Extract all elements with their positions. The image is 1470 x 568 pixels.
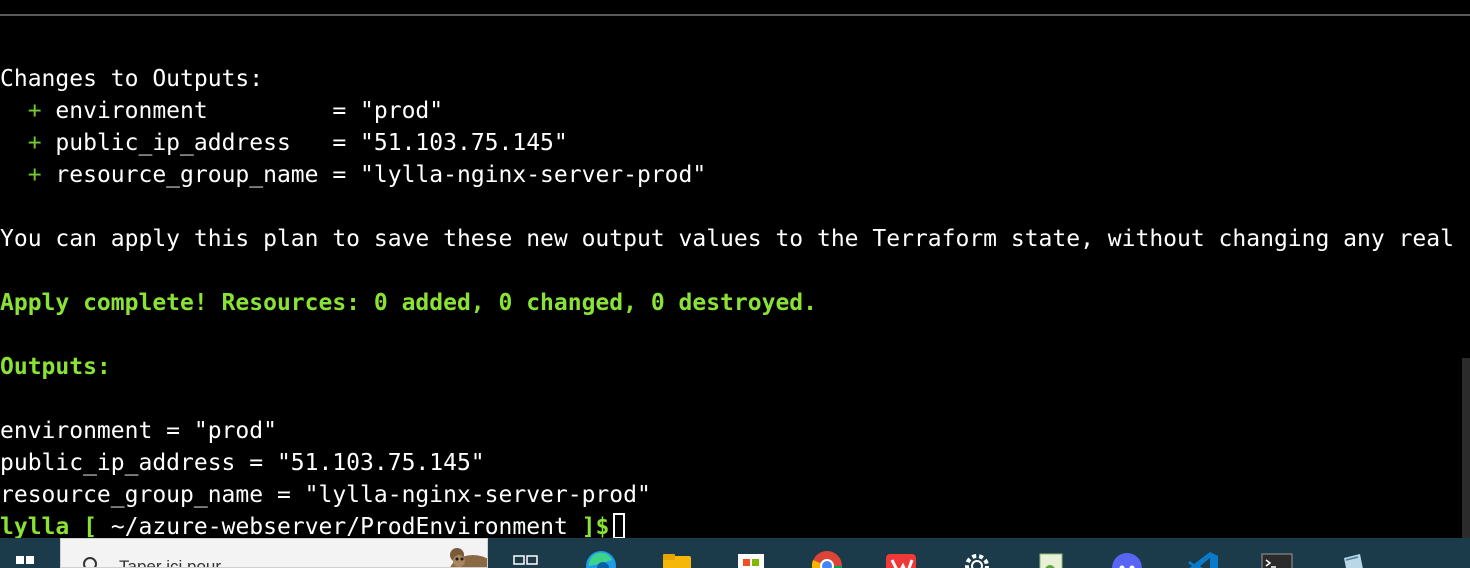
- text-cursor: [613, 513, 626, 538]
- plan-output-line: + public_ip_address = "51.103.75.145": [0, 127, 568, 159]
- edge-icon[interactable]: [584, 548, 618, 568]
- chrome-icon[interactable]: [810, 548, 844, 568]
- prompt-open-bracket: [: [83, 514, 97, 538]
- output-line: resource_group_name = "lylla-nginx-serve…: [0, 482, 651, 508]
- prompt-user: lylla: [0, 514, 70, 538]
- plan-output-text: environment = "prod": [41, 98, 444, 124]
- output-line: public_ip_address = "51.103.75.145": [0, 450, 485, 476]
- plan-output-text: resource_group_name = "lylla-nginx-serve…: [41, 162, 707, 188]
- plan-output-line: + environment = "prod": [0, 95, 443, 127]
- prompt-close: ]$: [581, 514, 610, 538]
- apply-note: You can apply this plan to save these ne…: [0, 226, 1454, 252]
- output-line: environment = "prod": [0, 418, 277, 444]
- window-top-border: [0, 0, 1470, 16]
- vivaldi-icon[interactable]: [884, 548, 918, 568]
- vscode-icon[interactable]: [1186, 548, 1220, 568]
- file-explorer-icon[interactable]: [660, 548, 694, 568]
- prompt-path: ~/azure-webserver/ProdEnvironment: [110, 514, 568, 538]
- search-icon: [83, 557, 97, 567]
- terminal-output[interactable]: Changes to Outputs: + environment = "pro…: [0, 16, 1470, 538]
- microsoft-store-icon[interactable]: [734, 548, 768, 568]
- windows-taskbar: Taper ici pour: [0, 538, 1470, 568]
- start-button[interactable]: [0, 538, 58, 568]
- notes-icon[interactable]: [1336, 548, 1370, 568]
- discord-icon[interactable]: [1110, 548, 1144, 568]
- settings-icon[interactable]: [960, 548, 994, 568]
- taskbar-search-box[interactable]: Taper ici pour: [60, 538, 488, 568]
- plus-sign: +: [27, 162, 42, 188]
- terminal-scrollbar[interactable]: [1462, 358, 1470, 538]
- apply-complete-message: Apply complete! Resources: 0 added, 0 ch…: [0, 290, 817, 316]
- changes-header: Changes to Outputs:: [0, 66, 264, 92]
- plus-sign: +: [27, 98, 42, 124]
- plan-output-text: public_ip_address = "51.103.75.145": [41, 130, 568, 156]
- plus-sign: +: [27, 130, 42, 156]
- search-highlight-otter-icon: [450, 548, 487, 567]
- task-view-icon[interactable]: [508, 548, 542, 568]
- outputs-header: Outputs:: [0, 354, 111, 380]
- search-placeholder: Taper ici pour: [119, 557, 222, 568]
- shell-prompt[interactable]: lylla [ ~/azure-webserver/ProdEnvironmen…: [0, 511, 626, 538]
- notepad-icon[interactable]: [1034, 548, 1068, 568]
- terminal-icon[interactable]: [1260, 548, 1294, 568]
- plan-output-line: + resource_group_name = "lylla-nginx-ser…: [0, 159, 707, 191]
